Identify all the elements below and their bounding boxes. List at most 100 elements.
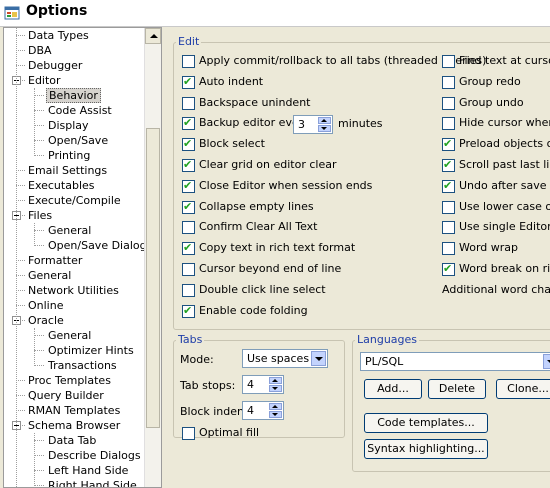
tree-item[interactable]: General	[26, 268, 73, 283]
language-select[interactable]: PL/SQL	[360, 352, 550, 371]
tab-stops-spinner[interactable]: 4	[242, 375, 284, 394]
tree-item-label: Open/Save Dialogs	[48, 239, 153, 252]
tree-item[interactable]: Left Hand Side	[46, 463, 130, 478]
tree-item[interactable]: Data Tab	[46, 433, 98, 448]
spin-up-arrow-icon[interactable]	[318, 117, 331, 124]
checkbox-box[interactable]	[442, 221, 455, 235]
tree-item[interactable]: Code Assist	[46, 103, 114, 118]
checkbox-box[interactable]	[182, 157, 195, 173]
tree-item[interactable]: General	[46, 328, 93, 343]
spinner-arrows[interactable]	[269, 403, 282, 418]
checkbox-box[interactable]	[442, 136, 455, 152]
tree-item[interactable]: Transactions	[46, 358, 119, 373]
checkbox-box[interactable]	[182, 74, 195, 90]
backup-minutes-spinner[interactable]: 3	[293, 115, 333, 134]
tree-item[interactable]: Formatter	[26, 253, 84, 268]
tree-connector	[16, 35, 25, 36]
checkbox-box[interactable]	[182, 283, 195, 297]
tree-connector	[34, 245, 44, 246]
checkbox-box[interactable]	[442, 55, 455, 68]
checkbox-box[interactable]	[442, 261, 455, 277]
tree-item[interactable]: Oracle	[26, 313, 66, 328]
tree-item[interactable]: RMAN Templates	[26, 403, 122, 418]
checkbox-box[interactable]	[442, 157, 455, 173]
tree-connector	[34, 350, 44, 351]
scroll-thumb[interactable]	[146, 128, 160, 428]
tree-item[interactable]: Query Builder	[26, 388, 106, 403]
edit-option-label: Group undo	[459, 95, 524, 109]
checkbox-box[interactable]	[182, 136, 195, 152]
scroll-up-button[interactable]	[145, 28, 161, 44]
tree-item[interactable]: Printing	[46, 148, 92, 163]
tree-item[interactable]: Right Hand Side	[46, 478, 139, 487]
block-indent-spinner[interactable]: 4	[242, 401, 284, 420]
tree-item[interactable]: General	[46, 223, 93, 238]
tree-connector	[34, 223, 35, 246]
checkbox-box[interactable]	[182, 427, 195, 440]
tree-item[interactable]: Executables	[26, 178, 97, 193]
tree-item[interactable]: Proc Templates	[26, 373, 113, 388]
spinner-arrows[interactable]	[269, 377, 282, 392]
chevron-down-icon[interactable]	[543, 354, 550, 369]
tree-item[interactable]: Online	[26, 298, 65, 313]
tree-connector	[34, 155, 44, 156]
checkbox-box[interactable]	[442, 75, 455, 89]
tree-item[interactable]: Optimizer Hints	[46, 343, 136, 358]
checkbox-box[interactable]	[442, 242, 455, 256]
checkbox-box[interactable]	[182, 221, 195, 235]
clone-language-button[interactable]: Clone...	[496, 379, 550, 399]
tree-item[interactable]: Data Types	[26, 28, 91, 43]
tree-item-label: Data Tab	[48, 434, 97, 447]
edit-option-label: Use lower case objec	[459, 199, 550, 213]
edit-option-label: Preload objects on "l	[459, 137, 550, 151]
edit-option-label: Find text at cursor	[459, 54, 550, 67]
checkbox-box[interactable]	[442, 117, 455, 131]
tree-item[interactable]: Editor	[26, 73, 63, 88]
spin-down-arrow-icon[interactable]	[318, 125, 331, 132]
checkbox-box[interactable]	[182, 96, 195, 110]
chevron-down-icon[interactable]	[311, 351, 326, 366]
options-tree[interactable]: Data Types DBA Debugger Editor Behavior Code …	[3, 27, 162, 488]
tree-item[interactable]: Debugger	[26, 58, 84, 73]
tree-item[interactable]: Email Settings	[26, 163, 109, 178]
tree-item[interactable]: Network Utilities	[26, 283, 121, 298]
backup-unit-label: minutes	[338, 117, 383, 130]
spinner-arrows[interactable]	[318, 117, 331, 132]
checkbox-box[interactable]	[182, 115, 195, 131]
syntax-highlighting-button[interactable]: Syntax highlighting...	[364, 439, 488, 459]
tree-item[interactable]: Display	[46, 118, 91, 133]
checkbox-box[interactable]	[442, 96, 455, 110]
tree-item-label: Left Hand Side	[48, 464, 129, 477]
tree-item[interactable]: DBA	[26, 43, 54, 58]
tree-item[interactable]: Execute/Compile	[26, 193, 123, 208]
checkbox-box[interactable]	[442, 200, 455, 214]
code-templates-button[interactable]: Code templates...	[364, 413, 488, 433]
tree-item[interactable]: Behavior	[46, 88, 101, 103]
checkbox-box[interactable]	[182, 178, 195, 194]
tree-item[interactable]: Files	[26, 208, 54, 223]
checkbox-box[interactable]	[182, 240, 195, 256]
tree-scrollbar[interactable]	[144, 28, 161, 487]
tree-item[interactable]: Schema Browser	[26, 418, 122, 433]
checkbox-box[interactable]	[442, 178, 455, 194]
spin-up-arrow-icon[interactable]	[269, 403, 282, 410]
edit-option-label: Backspace unindent	[199, 95, 311, 109]
spin-down-arrow-icon[interactable]	[269, 411, 282, 418]
spin-up-arrow-icon[interactable]	[269, 377, 282, 384]
mode-select[interactable]: Use spaces	[242, 349, 328, 368]
checkbox-box[interactable]	[182, 55, 195, 68]
tree-connector	[34, 140, 44, 141]
checkbox-box[interactable]	[182, 263, 195, 276]
tree-connector	[16, 65, 25, 66]
add-language-button[interactable]: Add...	[364, 379, 422, 399]
spin-down-arrow-icon[interactable]	[269, 385, 282, 392]
tree-item[interactable]: Open/Save Dialogs	[46, 238, 154, 253]
edit-option-label: Copy text in rich text format	[199, 241, 356, 255]
edit-option-label: Cursor beyond end of line	[199, 262, 342, 275]
checkbox-box[interactable]	[182, 303, 195, 319]
checkbox-box[interactable]	[182, 199, 195, 215]
delete-language-button[interactable]: Delete	[428, 379, 486, 399]
tree-item[interactable]: Open/Save	[46, 133, 110, 148]
optimal-fill-label: Optimal fill	[199, 426, 260, 439]
tree-item[interactable]: Describe Dialogs	[46, 448, 143, 463]
